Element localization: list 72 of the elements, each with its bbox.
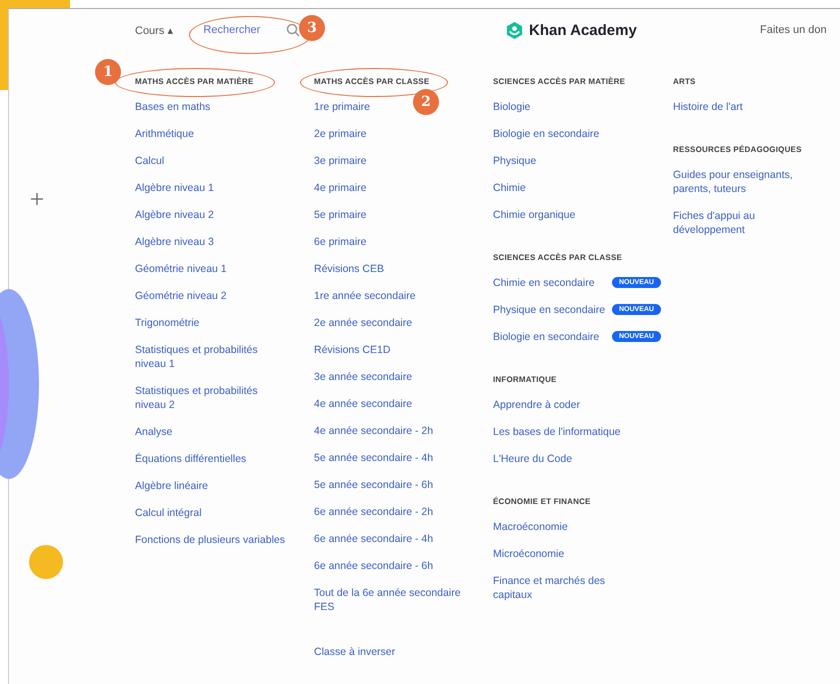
menu-link[interactable]: Statistiques et probabilités niveau 2 xyxy=(135,384,285,412)
section-heading: ARTS xyxy=(673,77,697,86)
menu-link[interactable]: Trigonométrie xyxy=(135,316,200,330)
section-heading: SCIENCES ACCÈS PAR MATIÈRE xyxy=(493,77,626,86)
donate-link[interactable]: Faites un don xyxy=(760,24,827,36)
menu-link[interactable]: Équations différentielles xyxy=(135,452,246,466)
menu-link[interactable]: 4e primaire xyxy=(314,181,367,195)
menu-link[interactable]: Les bases de l'informatique xyxy=(493,425,620,439)
menu-link[interactable]: 5e année secondaire - 4h xyxy=(314,451,434,465)
search-link[interactable]: Rechercher xyxy=(203,24,260,36)
menu-link[interactable]: Bases en maths xyxy=(135,100,210,114)
menu-link[interactable]: L'Heure du Code xyxy=(493,452,572,466)
menu-link[interactable]: Algèbre niveau 2 xyxy=(135,208,214,222)
decorative-circle xyxy=(29,545,63,579)
menu-link[interactable]: 5e année secondaire - 6h xyxy=(314,478,434,492)
menu-link[interactable]: Microéconomie xyxy=(493,547,564,561)
menu-link[interactable]: 1re année secondaire xyxy=(314,289,416,303)
menu-link[interactable]: Géométrie niveau 2 xyxy=(135,289,227,303)
menu-link[interactable]: 4e année secondaire - 2h xyxy=(314,424,434,438)
section-heading: INFORMATIQUE xyxy=(493,375,558,384)
menu-link[interactable]: 6e primaire xyxy=(314,235,367,249)
menu-link[interactable]: 3e primaire xyxy=(314,154,367,168)
menu-link[interactable]: 2e primaire xyxy=(314,127,367,141)
menu-link[interactable]: Physique en secondaire xyxy=(493,303,606,317)
annotation-number: 3 xyxy=(299,15,325,41)
menu-link[interactable]: Analyse xyxy=(135,425,172,439)
menu-link[interactable]: Statistiques et probabilités niveau 1 xyxy=(135,343,285,371)
menu-link[interactable]: Physique xyxy=(493,154,536,168)
menu-link[interactable]: Chimie xyxy=(493,181,526,195)
menu-link[interactable]: Macroéconomie xyxy=(493,520,568,534)
logo-icon xyxy=(505,20,524,40)
search-icon[interactable] xyxy=(286,23,300,37)
menu-link[interactable]: 6e année secondaire - 2h xyxy=(314,505,434,519)
menu-link[interactable]: Algèbre niveau 3 xyxy=(135,235,214,249)
menu-link[interactable]: 2e année secondaire xyxy=(314,316,412,330)
menu-link[interactable]: 5e primaire xyxy=(314,208,367,222)
menu-link[interactable]: Finance et marchés des capitaux xyxy=(493,574,643,602)
menu-link[interactable]: Histoire de l'art xyxy=(673,100,743,114)
menu-link[interactable]: Calcul xyxy=(135,154,164,168)
menu-link[interactable]: Classe à inverser xyxy=(314,645,396,659)
menu-link[interactable]: Fiches d'appui au développement xyxy=(673,209,811,237)
section-heading: SCIENCES ACCÈS PAR CLASSE xyxy=(493,253,624,262)
menu-link[interactable]: Tout de la 6e année secondaire FES xyxy=(314,586,464,614)
section-heading: ÉCONOMIE ET FINANCE xyxy=(493,497,592,506)
menu-link[interactable]: Calcul intégral xyxy=(135,506,202,520)
plus-icon xyxy=(31,193,43,205)
annotation-number: 1 xyxy=(95,59,121,85)
section-heading: MATHS ACCÈS PAR CLASSE xyxy=(314,77,430,86)
courses-menu[interactable]: Cours ▴ xyxy=(135,24,174,36)
menu-link[interactable]: 6e année secondaire - 4h xyxy=(314,532,434,546)
menu-link[interactable]: Apprendre à coder xyxy=(493,398,580,412)
menu-link[interactable]: Biologie en secondaire xyxy=(493,127,600,141)
menu-link[interactable]: Révisions CEB xyxy=(314,262,384,276)
menu-link[interactable]: Arithmétique xyxy=(135,127,194,141)
logo-text[interactable]: Khan Academy xyxy=(529,22,637,38)
menu-link[interactable]: Révisions CE1D xyxy=(314,343,390,357)
menu-link[interactable]: Biologie en secondaire xyxy=(493,330,600,344)
menu-link[interactable]: Géométrie niveau 1 xyxy=(135,262,227,276)
menu-link[interactable]: 4e année secondaire xyxy=(314,397,412,411)
menu-link[interactable]: Biologie xyxy=(493,100,530,114)
menu-link[interactable]: 1re primaire xyxy=(314,100,370,114)
section-heading: RESSOURCES PÉDAGOGIQUES xyxy=(673,145,803,154)
menu-link[interactable]: Algèbre niveau 1 xyxy=(135,181,214,195)
menu-link[interactable]: Chimie en secondaire xyxy=(493,276,595,290)
menu-link[interactable]: Chimie organique xyxy=(493,208,576,222)
menu-link[interactable]: 6e année secondaire - 6h xyxy=(314,559,434,573)
menu-link[interactable]: Guides pour enseignants, parents, tuteurs xyxy=(673,168,811,196)
section-heading: MATHS ACCÈS PAR MATIÈRE xyxy=(135,77,255,86)
annotation-number: 2 xyxy=(413,89,439,115)
menu-link[interactable]: 3e année secondaire xyxy=(314,370,412,384)
menu-link[interactable]: Fonctions de plusieurs variables xyxy=(135,533,285,547)
menu-link[interactable]: Algèbre linéaire xyxy=(135,479,208,493)
